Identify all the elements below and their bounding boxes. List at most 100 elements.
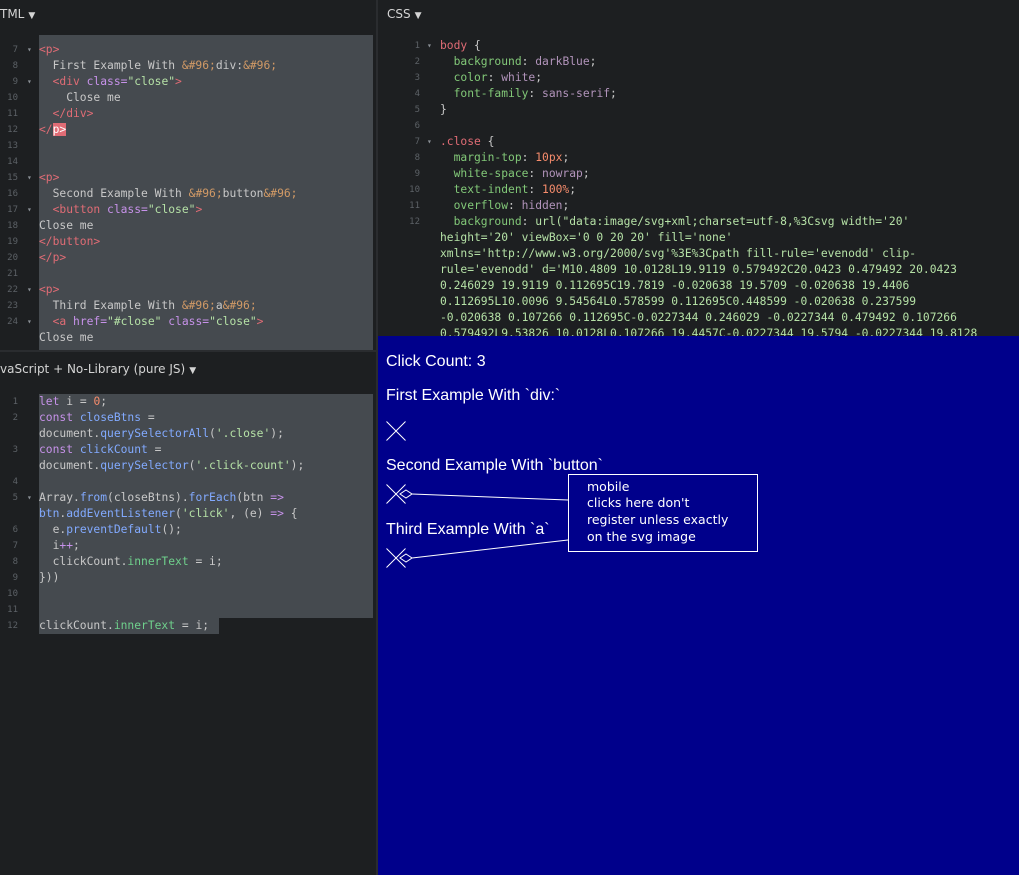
code-line[interactable]: xmlns='http://www.w3.org/2000/svg'%3E%3C… xyxy=(378,246,1019,262)
code-text: clickCount.innerText = i; xyxy=(39,554,223,570)
html-panel-header[interactable]: TML ▼ xyxy=(0,0,376,28)
code-token: body xyxy=(440,39,468,52)
code-line[interactable]: 18 Close me xyxy=(0,218,376,234)
code-line[interactable]: 7 i++; xyxy=(0,538,376,554)
js-editor-panel[interactable]: vaScript + No-Library (pure JS) ▼ 1 let i … xyxy=(0,352,376,875)
code-token: innerText xyxy=(127,555,189,568)
code-line[interactable]: 21 xyxy=(0,266,376,282)
code-token: : xyxy=(528,87,543,100)
fold-toggle-icon[interactable]: ▾ xyxy=(27,202,32,218)
code-token: ; xyxy=(562,199,570,212)
code-line[interactable]: 1 ▾ body { xyxy=(378,38,1019,54)
code-line[interactable]: 0.579492L9.53826 10.0128L0.107266 19.445… xyxy=(378,326,1019,336)
code-line[interactable]: 17 ▾ <button class="close"> xyxy=(0,202,376,218)
code-token: '.close' xyxy=(215,427,271,440)
code-line[interactable]: 8 clickCount.innerText = i; xyxy=(0,554,376,570)
code-line[interactable]: 0.246029 19.9119 0.112695C19.7819 -0.020… xyxy=(378,278,1019,294)
code-line[interactable]: 2 background: darkBlue; xyxy=(378,54,1019,70)
code-line[interactable]: btn.addEventListener('click', (e) => { xyxy=(0,506,376,522)
code-token: &#96; xyxy=(181,299,216,312)
code-line[interactable]: height='20' viewBox='0 0 20 20' fill='no… xyxy=(378,230,1019,246)
code-line[interactable]: 9})) xyxy=(0,570,376,586)
code-text: background: url("data:image/svg+xml;char… xyxy=(440,214,910,230)
code-line[interactable]: 0.112695L10.0096 9.54564L0.578599 0.1126… xyxy=(378,294,1019,310)
code-token: .close xyxy=(440,135,481,148)
code-text: </p> xyxy=(39,122,67,138)
close-icon[interactable] xyxy=(386,548,406,568)
code-line[interactable]: 14 xyxy=(0,154,376,170)
line-number: 9 xyxy=(414,169,420,179)
code-line[interactable]: 5 ▾ Array.from(closeBtns).forEach(btn => xyxy=(0,490,376,506)
close-icon[interactable] xyxy=(386,421,406,441)
code-line[interactable]: 24 ▾ <a href="#close" class="close"> xyxy=(0,314,376,330)
fold-toggle-icon[interactable]: ▾ xyxy=(427,38,432,54)
code-line[interactable]: 12 </p> xyxy=(0,122,376,138)
code-token: Close me xyxy=(39,91,121,104)
code-line[interactable]: -0.020638 0.107266 0.112695C-0.0227344 0… xyxy=(378,310,1019,326)
code-line[interactable]: 11 </div> xyxy=(0,106,376,122)
code-token: xmlns='http://www.w3.org/2000/svg'%3E%3C… xyxy=(440,247,917,260)
code-line[interactable]: document.querySelector('.click-count'); xyxy=(0,458,376,474)
code-line[interactable]: document.querySelectorAll('.close'); xyxy=(0,426,376,442)
code-line[interactable]: 22 ▾ <p> xyxy=(0,282,376,298)
code-line[interactable]: 12 clickCount.innerText = i; xyxy=(0,618,376,634)
code-line[interactable]: 8 First Example With &#96;div:&#96; xyxy=(0,58,376,74)
code-token: preventDefault xyxy=(66,523,162,536)
code-line[interactable]: 3 color: white; xyxy=(378,70,1019,86)
code-line[interactable]: 12 background: url("data:image/svg+xml;c… xyxy=(378,214,1019,230)
code-line[interactable]: 6 xyxy=(378,118,1019,134)
code-line[interactable]: 10 xyxy=(0,586,376,602)
example-heading-button: Second Example With `button` xyxy=(386,457,603,474)
line-number: 4 xyxy=(12,477,18,487)
code-line[interactable]: 10 text-indent: 100%; xyxy=(378,182,1019,198)
code-line[interactable]: 9 white-space: nowrap; xyxy=(378,166,1019,182)
code-line[interactable]: rule='evenodd' d='M10.4809 10.0128L19.91… xyxy=(378,262,1019,278)
code-line[interactable]: 3 const clickCount = xyxy=(0,442,376,458)
css-panel-header[interactable]: CSS ▼ xyxy=(378,0,1019,28)
code-token: overflow xyxy=(440,199,509,212)
code-line[interactable]: 16 Second Example With &#96;button&#96; xyxy=(0,186,376,202)
code-line[interactable]: 15 ▾ <p> xyxy=(0,170,376,186)
css-editor-panel[interactable]: CSS ▼ 1 ▾ body {2 background: darkBlue; 3 co… xyxy=(378,0,1019,336)
fold-toggle-icon[interactable]: ▾ xyxy=(27,170,32,186)
close-icon[interactable] xyxy=(386,484,406,504)
fold-toggle-icon[interactable]: ▾ xyxy=(27,74,32,90)
horizontal-divider[interactable] xyxy=(0,350,376,352)
code-token: closeBtns xyxy=(79,411,142,424)
code-text: </button> xyxy=(39,234,100,250)
line-number: 18 xyxy=(7,221,18,231)
code-text: })) xyxy=(39,570,59,586)
chevron-down-icon[interactable]: ▼ xyxy=(415,11,422,21)
code-line[interactable]: 9 ▾ <div class="close"> xyxy=(0,74,376,90)
code-line[interactable]: 7 ▾ <p> xyxy=(0,42,376,58)
fold-toggle-icon[interactable]: ▾ xyxy=(27,42,32,58)
fold-toggle-icon[interactable]: ▾ xyxy=(27,314,32,330)
fold-toggle-icon[interactable]: ▾ xyxy=(27,282,32,298)
code-line[interactable]: Close me xyxy=(0,330,376,346)
code-line[interactable]: 6 e.preventDefault(); xyxy=(0,522,376,538)
code-line[interactable]: 7 ▾ .close { xyxy=(378,134,1019,150)
code-line[interactable]: 13 xyxy=(0,138,376,154)
code-line[interactable]: 5} xyxy=(378,102,1019,118)
code-line[interactable]: 20 </p> xyxy=(0,250,376,266)
code-line[interactable]: 8 margin-top: 10px; xyxy=(378,150,1019,166)
chevron-down-icon[interactable]: ▼ xyxy=(189,366,196,376)
js-panel-header[interactable]: vaScript + No-Library (pure JS) ▼ xyxy=(0,352,376,386)
code-token: : xyxy=(487,71,502,84)
code-token: class= xyxy=(168,315,210,328)
fold-toggle-icon[interactable]: ▾ xyxy=(427,134,432,150)
code-line[interactable]: 2 const closeBtns = xyxy=(0,410,376,426)
code-line[interactable]: 4 font-family: sans-serif; xyxy=(378,86,1019,102)
fold-toggle-icon[interactable]: ▾ xyxy=(27,490,32,506)
html-panel-title: TML xyxy=(0,7,25,21)
code-line[interactable]: 23 Third Example With &#96;a&#96; xyxy=(0,298,376,314)
code-line[interactable]: 10 Close me xyxy=(0,90,376,106)
code-line[interactable]: 19 </button> xyxy=(0,234,376,250)
code-line[interactable]: 11 xyxy=(0,602,376,618)
code-line[interactable]: 1 let i = 0; xyxy=(0,394,376,410)
html-editor-panel[interactable]: TML ▼ 7 ▾ <p> 8 First Example With &#96;div:… xyxy=(0,0,376,350)
line-number: 6 xyxy=(414,121,420,131)
chevron-down-icon[interactable]: ▼ xyxy=(28,11,35,21)
code-line[interactable]: 4 xyxy=(0,474,376,490)
code-line[interactable]: 11 overflow: hidden; xyxy=(378,198,1019,214)
